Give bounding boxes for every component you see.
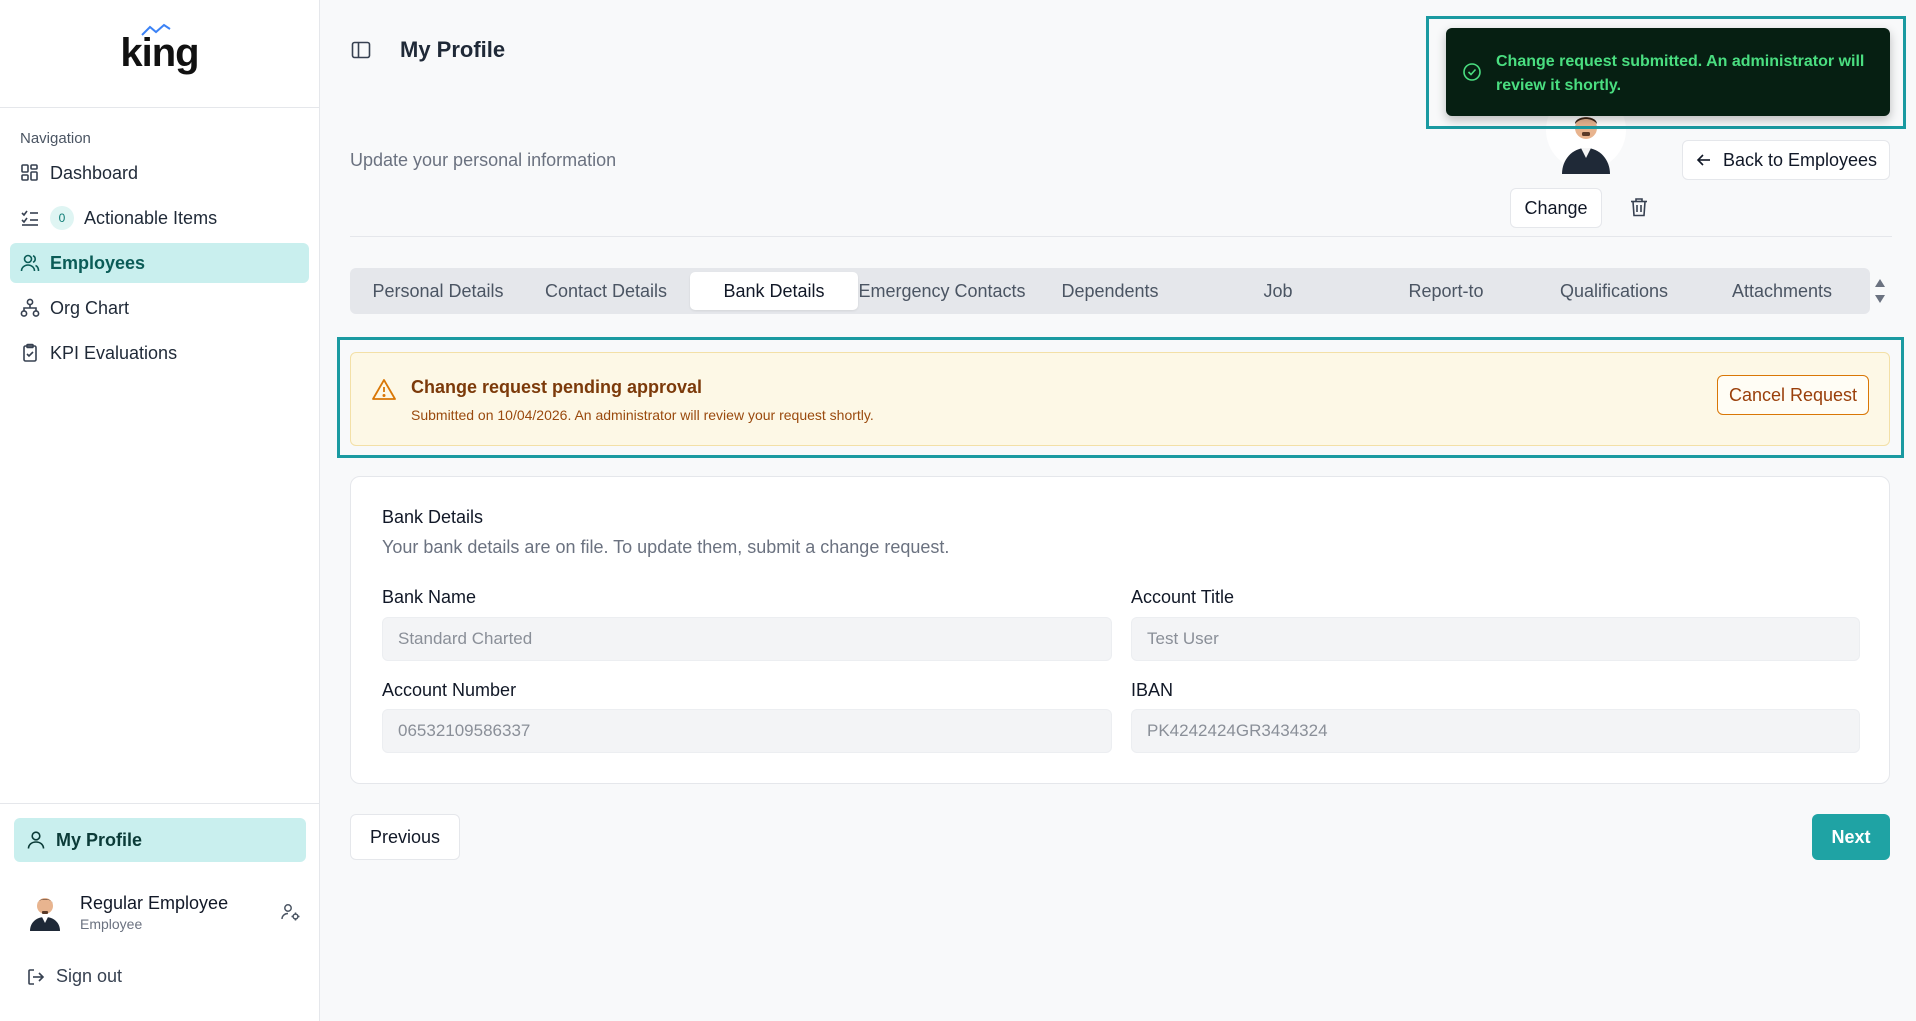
tab-personal-details[interactable]: Personal Details: [354, 272, 522, 310]
main-content: My Profile Update your personal informat…: [320, 0, 1916, 1021]
sidebar-item-label: Actionable Items: [84, 207, 218, 228]
scroll-down-icon[interactable]: [1874, 294, 1886, 304]
user-name: Regular Employee: [80, 892, 229, 913]
previous-button[interactable]: Previous: [350, 814, 460, 860]
sidebar-item-my-profile[interactable]: My Profile: [14, 818, 306, 862]
users-icon: [20, 253, 40, 273]
user-card[interactable]: Regular Employee Employee: [26, 886, 302, 938]
tabs-scrollbar[interactable]: [1872, 268, 1888, 314]
bank-name-label: Bank Name: [382, 587, 477, 607]
avatar: [30, 898, 60, 931]
tab-dependents[interactable]: Dependents: [1026, 272, 1194, 310]
iban-label: IBAN: [1131, 680, 1174, 700]
success-toast: Change request submitted. An administrat…: [1446, 28, 1890, 116]
scroll-up-icon[interactable]: [1874, 278, 1886, 288]
actionable-count-badge: 0: [50, 206, 74, 230]
sidebar-item-label: Dashboard: [50, 162, 139, 183]
bank-details-card: Bank Details Your bank details are on fi…: [350, 476, 1890, 784]
sidebar-toggle-icon[interactable]: [350, 39, 372, 61]
dashboard-icon: [20, 163, 40, 183]
account-number-label: Account Number: [382, 680, 517, 700]
toast-message: Change request submitted. An administrat…: [1496, 53, 1865, 94]
tab-bank-details[interactable]: Bank Details: [690, 272, 858, 310]
org-chart-icon: [20, 298, 40, 318]
checklist-icon: [20, 208, 40, 228]
tab-attachments[interactable]: Attachments: [1698, 272, 1866, 310]
profile-tabs: Personal Details Contact Details Bank De…: [350, 268, 1870, 314]
cancel-request-button[interactable]: Cancel Request: [1717, 375, 1869, 415]
sidebar-item-actionable-items[interactable]: 0 Actionable Items: [10, 198, 309, 238]
tab-qualifications[interactable]: Qualifications: [1530, 272, 1698, 310]
warning-icon: [372, 379, 396, 400]
user-settings-icon[interactable]: [280, 901, 302, 923]
iban-field[interactable]: PK4242424GR3434324: [1131, 709, 1860, 753]
clipboard-icon: [20, 343, 40, 363]
change-photo-button[interactable]: Change: [1510, 188, 1602, 228]
logo-text: king: [120, 31, 199, 75]
arrow-left-icon: [1696, 154, 1710, 166]
account-title-field[interactable]: Test User: [1131, 617, 1860, 661]
tab-contact-details[interactable]: Contact Details: [522, 272, 690, 310]
sign-out-icon: [26, 967, 46, 987]
user-role: Employee: [80, 915, 143, 932]
header-divider: [350, 236, 1892, 237]
pending-request-banner: Change request pending approval Submitte…: [350, 352, 1890, 446]
account-title-label: Account Title: [1131, 587, 1235, 607]
user-icon: [26, 830, 46, 850]
sidebar-item-label: Employees: [50, 252, 146, 273]
sign-out-label: Sign out: [56, 966, 123, 986]
check-circle-icon: [1463, 63, 1481, 81]
sidebar-footer: My Profile Regular Employee Employee Sig…: [0, 803, 320, 1021]
sidebar-item-label: Org Chart: [50, 297, 130, 318]
trash-icon[interactable]: [1628, 196, 1650, 218]
card-title: Bank Details: [382, 507, 484, 527]
tab-job[interactable]: Job: [1194, 272, 1362, 310]
bank-name-field[interactable]: Standard Charted: [382, 617, 1112, 661]
account-number-field[interactable]: 06532109586337: [382, 709, 1112, 753]
logo[interactable]: king: [0, 0, 319, 108]
sign-out-button[interactable]: Sign out: [26, 966, 320, 987]
next-button[interactable]: Next: [1812, 814, 1890, 860]
tab-emergency-contacts[interactable]: Emergency Contacts: [858, 272, 1026, 310]
page-title: My Profile: [400, 37, 506, 62]
banner-subtitle: Submitted on 10/04/2026. An administrato…: [411, 407, 874, 423]
sidebar-item-dashboard[interactable]: Dashboard: [10, 153, 309, 193]
sidebar-item-label: My Profile: [56, 829, 143, 850]
sidebar: king Navigation Dashboard 0 Actionable I…: [0, 0, 320, 1021]
card-description: Your bank details are on file. To update…: [382, 537, 950, 557]
nav-heading: Navigation: [20, 130, 91, 147]
sidebar-item-label: KPI Evaluations: [50, 342, 178, 363]
sidebar-item-org-chart[interactable]: Org Chart: [10, 288, 309, 328]
banner-title: Change request pending approval: [411, 377, 703, 397]
page-subtitle: Update your personal information: [350, 150, 617, 170]
back-to-employees-label: Back to Employees: [1722, 149, 1878, 170]
back-to-employees-button[interactable]: Back to Employees: [1682, 140, 1890, 180]
logo-mark-icon: [141, 23, 171, 36]
sidebar-item-employees[interactable]: Employees: [10, 243, 309, 283]
sidebar-item-kpi-evaluations[interactable]: KPI Evaluations: [10, 333, 309, 373]
tab-report-to[interactable]: Report-to: [1362, 272, 1530, 310]
